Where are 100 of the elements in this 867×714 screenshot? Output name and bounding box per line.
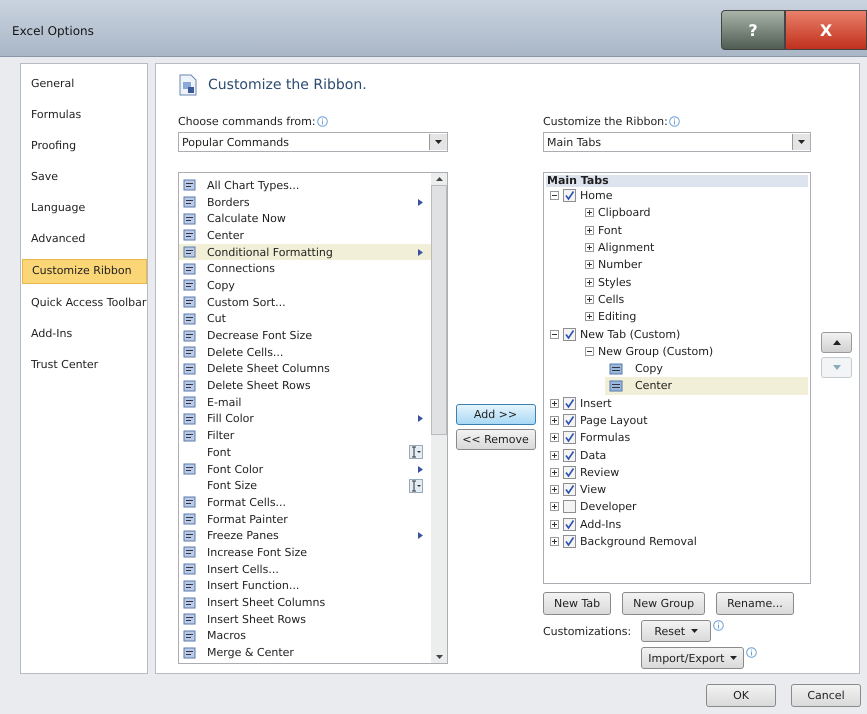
command-item[interactable]: Font Color — [179, 460, 431, 478]
command-item[interactable]: Filter — [179, 427, 431, 444]
command-item[interactable]: Delete Sheet Rows — [179, 377, 431, 394]
nav-item[interactable]: General — [22, 73, 147, 96]
tree-item[interactable]: Formulas — [546, 429, 808, 446]
nav-item[interactable]: Proofing — [22, 135, 147, 158]
nav-item[interactable]: Quick Access Toolbar — [22, 292, 147, 315]
collapse-icon[interactable] — [550, 330, 559, 339]
nav-item[interactable]: Add-Ins — [22, 323, 147, 346]
command-item[interactable]: Center — [179, 227, 431, 244]
command-item[interactable]: All Chart Types... — [179, 177, 431, 194]
tree-item[interactable]: Add-Ins — [546, 516, 808, 533]
expand-icon[interactable] — [585, 208, 594, 218]
command-item[interactable]: Insert Sheet Columns — [179, 594, 431, 611]
scrollbar[interactable] — [431, 173, 447, 663]
command-item[interactable]: Insert Function... — [179, 578, 431, 594]
expand-icon[interactable] — [585, 312, 594, 322]
nav-item[interactable]: Customize Ribbon — [22, 259, 147, 284]
command-item[interactable]: Connections — [179, 260, 431, 278]
nav-item[interactable]: Formulas — [22, 104, 147, 127]
nav-item[interactable]: Save — [22, 166, 147, 189]
checkbox[interactable] — [563, 189, 576, 202]
reset-button[interactable]: Reset — [641, 620, 712, 642]
checkbox[interactable] — [563, 500, 576, 514]
command-item[interactable]: Font Size — [179, 477, 431, 494]
expand-icon[interactable] — [550, 433, 559, 442]
tree-item[interactable]: Number — [581, 256, 808, 274]
tree-button[interactable]: New Group — [622, 592, 706, 615]
dialog-button[interactable]: Cancel — [791, 684, 861, 707]
collapse-icon[interactable] — [585, 346, 594, 356]
import-export-button[interactable]: Import/Export — [641, 647, 744, 669]
expand-icon[interactable] — [585, 260, 594, 270]
expand-icon[interactable] — [550, 398, 559, 408]
command-item[interactable]: Font — [179, 444, 431, 461]
tree-item[interactable]: Page Layout — [546, 412, 808, 430]
scroll-up-icon[interactable] — [436, 177, 442, 181]
expand-icon[interactable] — [550, 468, 559, 477]
tree-item[interactable]: Font — [581, 222, 808, 239]
nav-item[interactable]: Trust Center — [22, 354, 147, 377]
checkbox[interactable] — [563, 431, 576, 444]
tree-item[interactable]: Styles — [581, 273, 808, 291]
tree-item[interactable]: New Group (Custom) — [581, 342, 808, 360]
checkbox[interactable] — [563, 396, 576, 410]
expand-icon[interactable] — [550, 502, 559, 512]
tree-item[interactable]: Home — [546, 187, 808, 204]
checkbox[interactable] — [563, 414, 576, 427]
tree-item[interactable]: Insert — [546, 394, 808, 412]
checkbox[interactable] — [563, 466, 576, 479]
move-up-button[interactable] — [821, 332, 852, 353]
tree-item[interactable]: Data — [546, 446, 808, 464]
expand-icon[interactable] — [550, 485, 559, 494]
close-button[interactable]: X — [785, 10, 867, 50]
remove-button[interactable]: << Remove — [456, 429, 536, 450]
tree-item[interactable]: Clipboard — [581, 204, 808, 222]
command-item[interactable]: Custom Sort... — [179, 294, 431, 310]
checkbox[interactable] — [563, 535, 576, 548]
tree-item[interactable]: Background Removal — [546, 532, 808, 550]
command-item[interactable]: Insert Sheet Rows — [179, 610, 431, 628]
dialog-button[interactable]: OK — [706, 684, 776, 707]
add-button[interactable]: Add >> — [456, 404, 536, 425]
nav-item[interactable]: Language — [22, 197, 147, 220]
nav-item[interactable]: Advanced — [22, 228, 147, 251]
dropdown[interactable]: Popular Commands — [178, 132, 448, 152]
tree-item[interactable]: View — [546, 481, 808, 498]
command-item[interactable]: Freeze Panes — [179, 527, 431, 544]
expand-icon[interactable] — [585, 243, 594, 252]
command-item[interactable]: Borders — [179, 194, 431, 210]
tree-button[interactable]: New Tab — [543, 592, 612, 615]
tree-item[interactable]: Center — [605, 377, 808, 395]
tree-item[interactable]: Review — [546, 464, 808, 482]
tree-item[interactable]: Alignment — [581, 238, 808, 256]
command-item[interactable]: Format Painter — [179, 510, 431, 528]
expand-icon[interactable] — [550, 537, 559, 546]
command-item[interactable]: Format Cells... — [179, 494, 431, 511]
command-item[interactable]: Delete Sheet Columns — [179, 360, 431, 378]
scroll-down-icon[interactable] — [436, 655, 442, 659]
help-button[interactable]: ? — [721, 10, 785, 50]
collapse-icon[interactable] — [550, 191, 559, 200]
tree-button[interactable]: Rename... — [716, 592, 794, 615]
expand-icon[interactable] — [585, 278, 594, 287]
command-item[interactable]: Conditional Formatting — [179, 244, 431, 260]
expand-icon[interactable] — [585, 226, 594, 235]
tree-item[interactable]: Cells — [581, 290, 808, 308]
checkbox[interactable] — [563, 518, 576, 531]
tree-item[interactable]: Developer — [546, 498, 808, 516]
dropdown[interactable]: Main Tabs — [543, 132, 811, 152]
command-item[interactable]: E-mail — [179, 394, 431, 411]
command-item[interactable]: Calculate Now — [179, 210, 431, 228]
checkbox[interactable] — [563, 328, 576, 341]
checkbox[interactable] — [563, 483, 576, 496]
expand-icon[interactable] — [585, 294, 594, 304]
command-item[interactable]: Copy — [179, 277, 431, 294]
command-item[interactable]: Merge & Center — [179, 644, 431, 661]
expand-icon[interactable] — [550, 416, 559, 425]
command-item[interactable]: Fill Color — [179, 410, 431, 428]
command-item[interactable]: Insert Cells... — [179, 560, 431, 578]
command-item[interactable]: Increase Font Size — [179, 544, 431, 561]
tree-item[interactable]: Copy — [605, 360, 808, 378]
command-item[interactable]: Cut — [179, 310, 431, 328]
tree-item[interactable]: New Tab (Custom) — [546, 325, 808, 343]
